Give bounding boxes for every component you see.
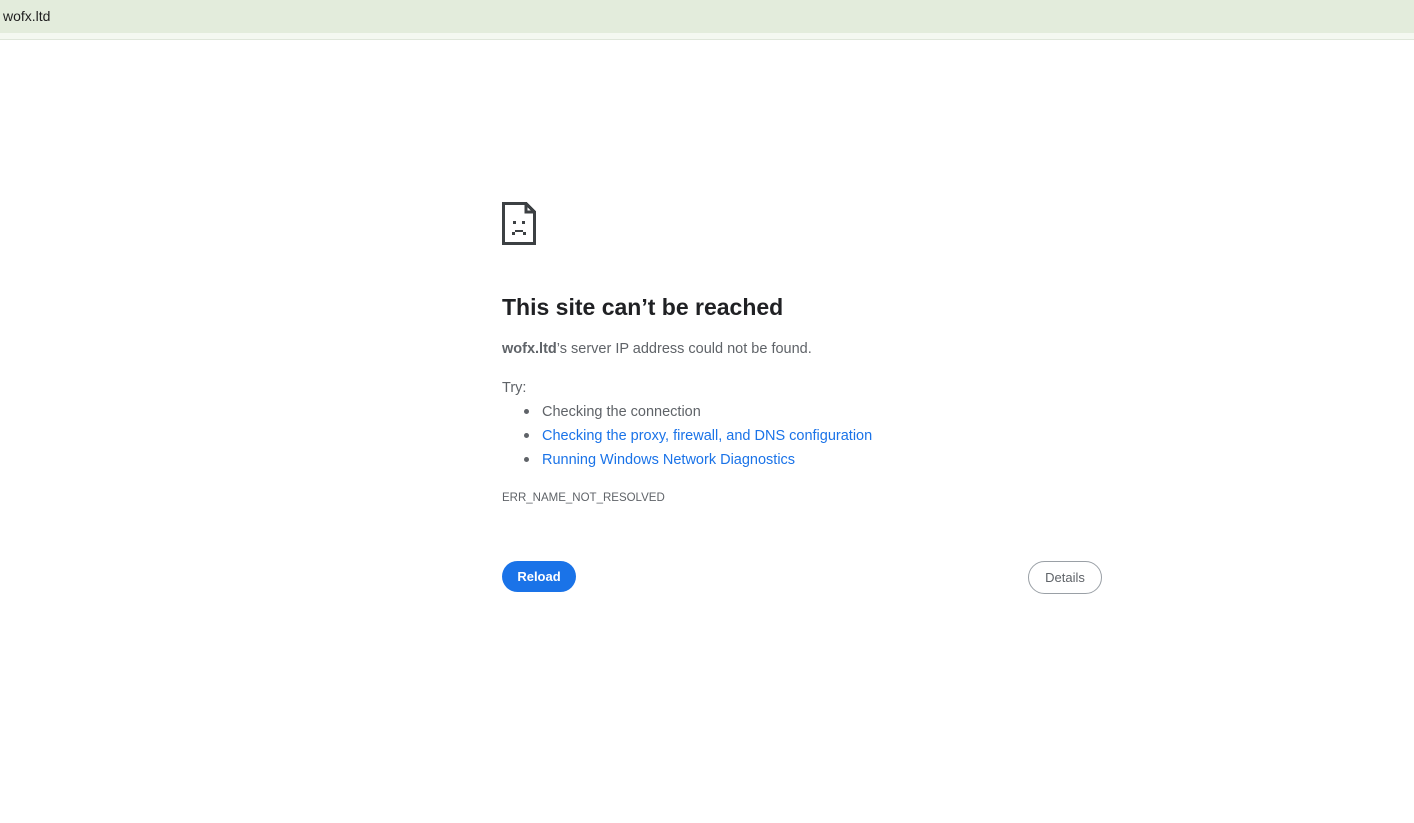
- error-summary: wofx.ltd’s server IP address could not b…: [502, 340, 812, 358]
- suggestion-proxy-link[interactable]: Checking the proxy, firewall, and DNS co…: [542, 428, 872, 444]
- address-bar[interactable]: wofx.ltd: [0, 0, 1414, 33]
- page-title: This site can’t be reached: [502, 294, 784, 320]
- try-label: Try:: [502, 380, 527, 396]
- error-code: ERR_NAME_NOT_RESOLVED: [502, 492, 665, 504]
- sad-page-icon: [502, 202, 536, 245]
- suggestion-check-connection: Checking the connection: [542, 404, 701, 420]
- details-button[interactable]: Details: [1028, 561, 1102, 594]
- reload-button[interactable]: Reload: [502, 561, 576, 592]
- error-host: wofx.ltd: [502, 341, 557, 357]
- address-bar-divider: [0, 33, 1414, 40]
- list-item: Running Windows Network Diagnostics: [502, 451, 872, 475]
- list-item: Checking the connection: [502, 403, 872, 427]
- url-text[interactable]: wofx.ltd: [3, 7, 50, 25]
- suggestion-diagnostics-link[interactable]: Running Windows Network Diagnostics: [542, 452, 795, 468]
- suggestions-list: Checking the connection Checking the pro…: [502, 403, 872, 475]
- error-summary-text: ’s server IP address could not be found.: [556, 341, 812, 357]
- list-item: Checking the proxy, firewall, and DNS co…: [502, 427, 872, 451]
